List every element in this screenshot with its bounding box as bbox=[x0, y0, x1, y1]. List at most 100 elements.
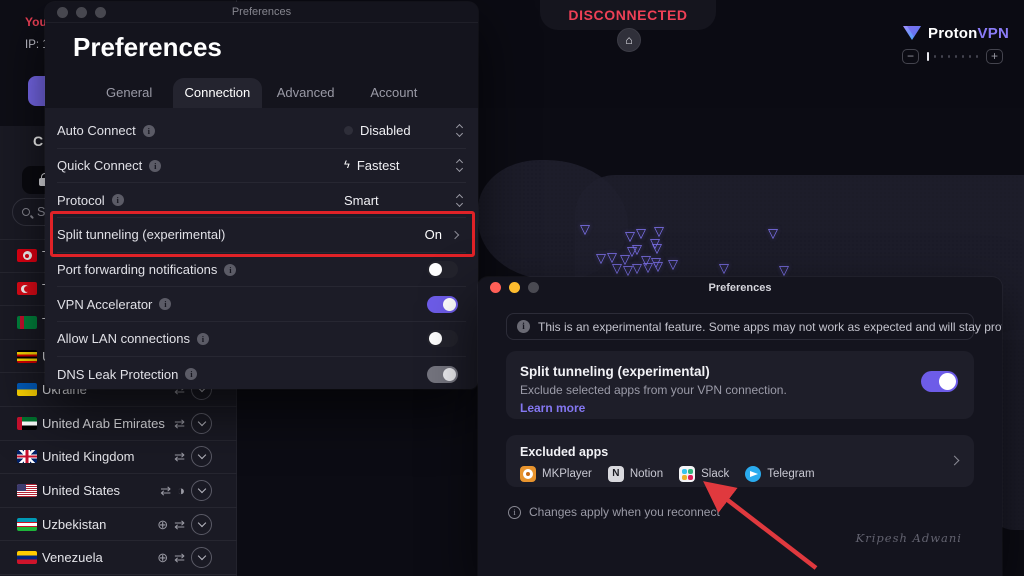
window-titlebar[interactable]: Preferences bbox=[45, 2, 478, 23]
chevron-down-icon bbox=[197, 418, 205, 426]
status-disconnected-label: DISCONNECTED bbox=[568, 7, 687, 23]
tab-advanced[interactable]: Advanced bbox=[262, 78, 350, 108]
swap-server-icon[interactable]: ⇄ bbox=[160, 484, 171, 497]
home-button[interactable]: ⌂ bbox=[617, 28, 641, 52]
info-icon[interactable]: i bbox=[197, 333, 209, 345]
chevron-down-icon bbox=[197, 518, 205, 526]
setting-label: DNS Leak Protection bbox=[57, 367, 178, 382]
swap-server-icon[interactable]: ⇄ bbox=[174, 450, 185, 463]
slack-icon bbox=[679, 466, 695, 482]
expand-country-button[interactable] bbox=[191, 480, 212, 501]
flag-turkmenistan bbox=[17, 316, 37, 329]
expand-country-button[interactable] bbox=[191, 514, 212, 535]
protocol-select[interactable]: Smart bbox=[344, 193, 379, 208]
protonvpn-logo-icon bbox=[902, 24, 922, 42]
expand-country-button[interactable] bbox=[191, 413, 212, 434]
window-titlebar[interactable]: Preferences bbox=[478, 277, 1002, 298]
logo-wordmark: ProtonVPN bbox=[928, 25, 1009, 42]
server-marker-icon[interactable]: ▽ bbox=[652, 242, 662, 255]
bolt-icon: ϟ bbox=[344, 160, 350, 171]
select-stepper-icon[interactable] bbox=[457, 160, 462, 171]
setting-label: Port forwarding notifications bbox=[57, 262, 217, 277]
expand-country-button[interactable] bbox=[191, 547, 212, 568]
excluded-app-slack[interactable]: Slack bbox=[679, 466, 729, 482]
select-stepper-icon[interactable] bbox=[457, 125, 462, 136]
country-row-uk[interactable]: United Kingdom ⇄ bbox=[0, 441, 237, 475]
info-icon[interactable]: i bbox=[185, 368, 197, 380]
server-marker-icon[interactable]: ▽ bbox=[632, 262, 642, 275]
watermark-signature: Kripesh Adwani bbox=[856, 531, 962, 545]
globe-icon: ⊕ bbox=[157, 518, 168, 531]
excluded-app-notion[interactable]: N Notion bbox=[608, 466, 663, 482]
footnote-text: Changes apply when you reconnect bbox=[529, 505, 720, 519]
flag-uganda bbox=[17, 350, 37, 363]
preferences-tabs: General Connection Advanced Account bbox=[45, 78, 478, 108]
select-stepper-icon[interactable] bbox=[457, 195, 462, 206]
server-marker-icon[interactable]: ▽ bbox=[653, 260, 663, 273]
select-value: Disabled bbox=[360, 123, 411, 138]
country-row-us[interactable]: United States ⇄ ◑ bbox=[0, 474, 237, 508]
flag-uk bbox=[17, 450, 37, 463]
disabled-dot-icon bbox=[344, 126, 353, 135]
country-name: United Arab Emirates bbox=[42, 416, 165, 431]
tab-connection[interactable]: Connection bbox=[173, 78, 261, 108]
info-icon[interactable]: i bbox=[159, 298, 171, 310]
split-tunneling-toggle[interactable] bbox=[921, 371, 958, 392]
server-marker-icon[interactable]: ▽ bbox=[612, 262, 622, 275]
chevron-right-icon[interactable] bbox=[451, 231, 459, 239]
excluded-app-mkplayer[interactable]: MKPlayer bbox=[520, 466, 592, 482]
excluded-apps-card[interactable]: Excluded apps MKPlayer N Notion Slack Te… bbox=[506, 435, 974, 487]
info-icon[interactable]: i bbox=[112, 194, 124, 206]
minimize-button[interactable] bbox=[509, 282, 520, 293]
country-row-venezuela[interactable]: Venezuela ⊕ ⇄ bbox=[0, 541, 237, 575]
quick-connect-select[interactable]: ϟ Fastest bbox=[344, 158, 399, 173]
expand-country-button[interactable] bbox=[191, 446, 212, 467]
swap-server-icon[interactable]: ⇄ bbox=[174, 551, 185, 564]
zoom-in-button[interactable]: + bbox=[986, 49, 1003, 64]
flag-ukraine bbox=[17, 383, 37, 396]
auto-connect-select[interactable]: Disabled bbox=[344, 123, 411, 138]
country-name: Venezuela bbox=[42, 550, 103, 565]
excluded-apps-list: MKPlayer N Notion Slack Telegram bbox=[520, 466, 960, 482]
page-title: Preferences bbox=[73, 32, 222, 63]
swap-server-icon[interactable]: ⇄ bbox=[174, 518, 185, 531]
settings-list: Auto Connect i Disabled Quick Connect i … bbox=[57, 114, 466, 389]
server-marker-icon[interactable]: ▽ bbox=[643, 261, 653, 274]
card-title: Excluded apps bbox=[520, 445, 960, 459]
server-marker-icon[interactable]: ▽ bbox=[596, 252, 606, 265]
flag-tunisia bbox=[17, 249, 37, 262]
allow-lan-toggle[interactable] bbox=[427, 330, 458, 347]
server-marker-icon[interactable]: ▽ bbox=[719, 262, 729, 275]
country-row-uae[interactable]: United Arab Emirates ⇄ bbox=[0, 407, 237, 441]
setting-row-split-tunneling[interactable]: Split tunneling (experimental) On bbox=[57, 218, 466, 253]
minimize-button[interactable] bbox=[76, 7, 87, 18]
setting-label: Allow LAN connections bbox=[57, 331, 190, 346]
setting-label: Protocol bbox=[57, 193, 105, 208]
close-button[interactable] bbox=[490, 282, 501, 293]
zoom-slider[interactable] bbox=[927, 52, 978, 61]
setting-row-dns-leak: DNS Leak Protection i bbox=[57, 357, 466, 389]
info-icon[interactable]: i bbox=[143, 125, 155, 137]
maximize-button[interactable] bbox=[528, 282, 539, 293]
learn-more-link[interactable]: Learn more bbox=[520, 401, 585, 415]
info-icon[interactable]: i bbox=[224, 264, 236, 276]
close-button[interactable] bbox=[57, 7, 68, 18]
server-marker-icon[interactable]: ▽ bbox=[668, 258, 678, 271]
server-marker-icon[interactable]: ▽ bbox=[636, 227, 646, 240]
info-icon[interactable]: i bbox=[149, 160, 161, 172]
maximize-button[interactable] bbox=[95, 7, 106, 18]
protonvpn-logo: ProtonVPN bbox=[902, 24, 1009, 42]
server-marker-icon[interactable]: ▽ bbox=[580, 223, 590, 236]
vpn-accelerator-toggle[interactable] bbox=[427, 296, 458, 313]
swap-server-icon[interactable]: ⇄ bbox=[174, 417, 185, 430]
zoom-out-button[interactable]: − bbox=[902, 49, 919, 64]
country-row-uzbekistan[interactable]: Uzbekistan ⊕ ⇄ bbox=[0, 508, 237, 542]
server-marker-icon[interactable]: ▽ bbox=[779, 264, 789, 277]
chevron-down-icon bbox=[197, 552, 205, 560]
port-forwarding-toggle[interactable] bbox=[427, 261, 458, 278]
excluded-app-telegram[interactable]: Telegram bbox=[745, 466, 814, 482]
tab-account[interactable]: Account bbox=[350, 78, 438, 108]
server-marker-icon[interactable]: ▽ bbox=[768, 227, 778, 240]
tab-general[interactable]: General bbox=[85, 78, 173, 108]
flag-turkey bbox=[17, 282, 37, 295]
